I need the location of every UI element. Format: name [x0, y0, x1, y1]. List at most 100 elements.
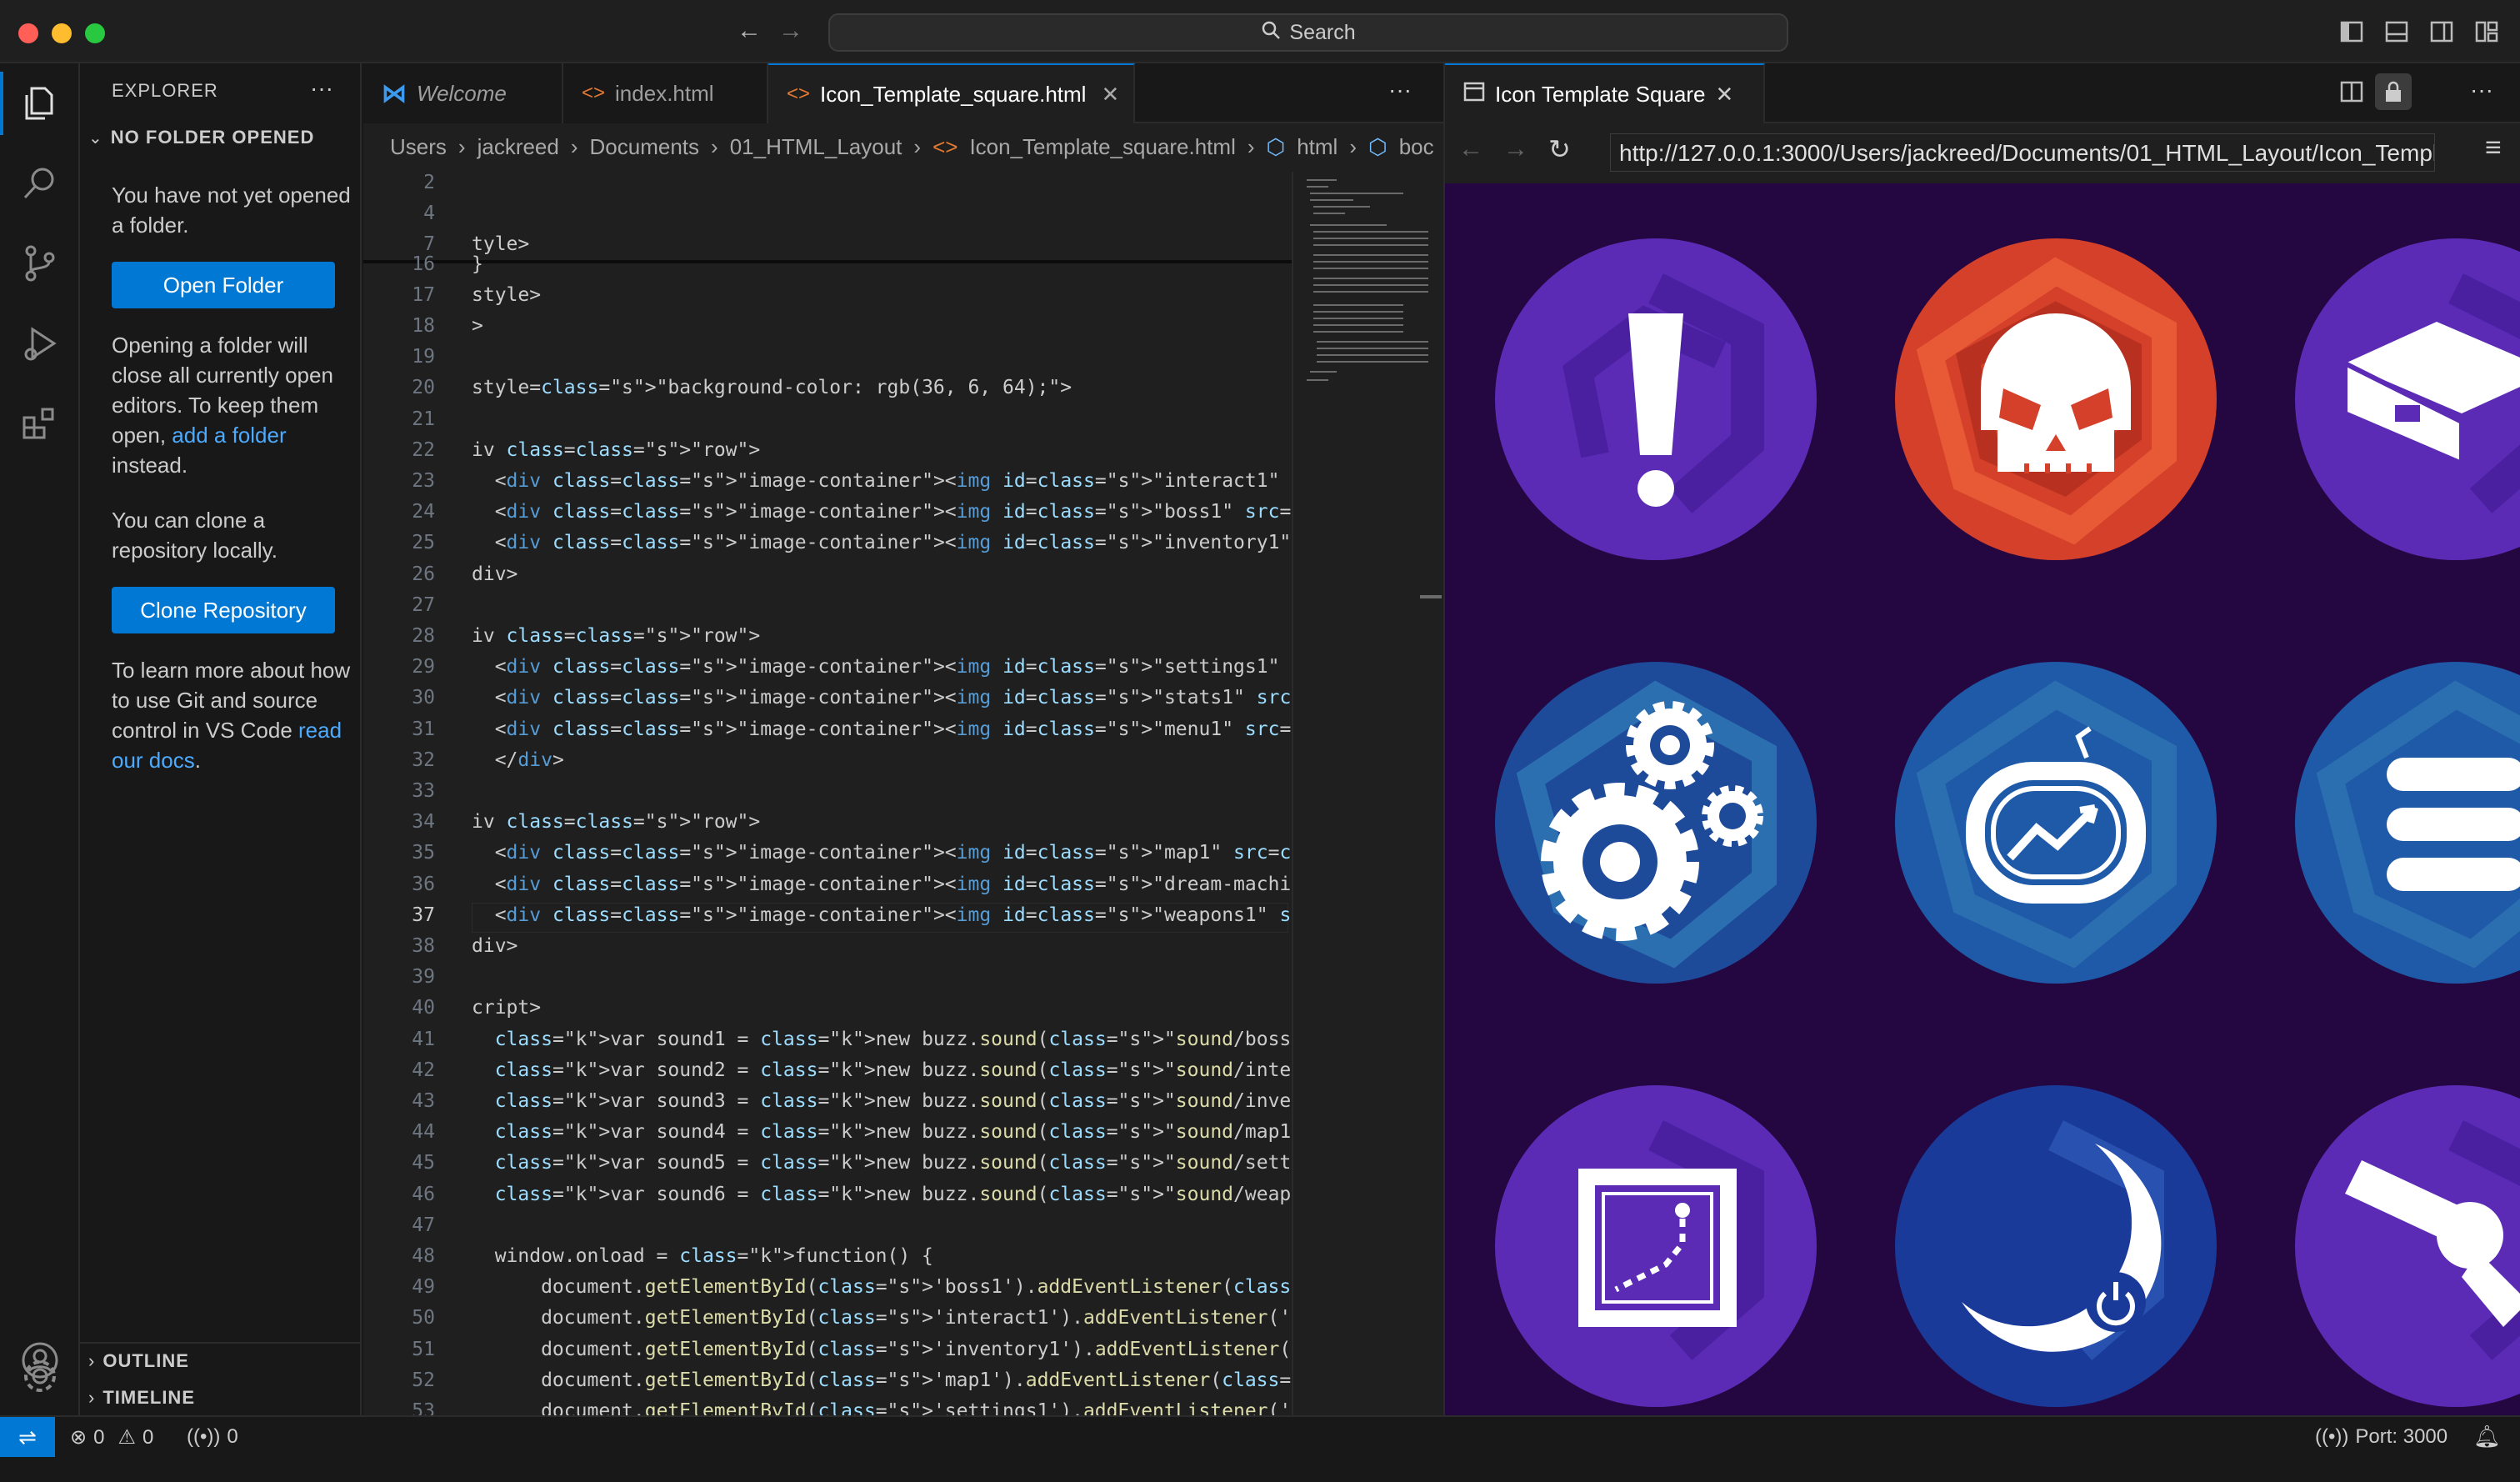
- code-line[interactable]: iv class=class="s">"row">: [472, 625, 760, 647]
- line-number: 22: [412, 438, 435, 461]
- stats-monitor-icon-button[interactable]: [1895, 662, 2217, 984]
- timeline-section-header[interactable]: › TIMELINE: [88, 1387, 195, 1409]
- forward-arrow-icon[interactable]: →: [778, 17, 803, 45]
- code-line[interactable]: document.getElementById(class="s">'inter…: [472, 1307, 1292, 1329]
- line-number: 35: [412, 842, 435, 864]
- code-line[interactable]: div>: [472, 563, 518, 585]
- code-line[interactable]: document.getElementById(class="s">'inven…: [472, 1339, 1292, 1360]
- notifications-bell-icon[interactable]: 🔔︎: [2473, 1424, 2501, 1449]
- map-icon-button[interactable]: [1495, 1085, 1817, 1407]
- code-line[interactable]: div>: [472, 935, 518, 957]
- tab-icon-template[interactable]: <> Icon_Template_square.html ✕: [768, 63, 1135, 123]
- code-line[interactable]: document.getElementById(class="s">'boss1…: [472, 1276, 1292, 1298]
- code-line[interactable]: iv class=class="s">"row">: [472, 811, 760, 833]
- title-bar: ← → Search: [0, 0, 2520, 63]
- split-editor-icon[interactable]: [2340, 80, 2363, 108]
- preview-more-icon[interactable]: ···: [2470, 77, 2493, 103]
- sticky-scroll-shadow: [363, 259, 1292, 263]
- boss-skull-icon-button[interactable]: [1895, 238, 2217, 560]
- back-arrow-icon[interactable]: ←: [737, 17, 762, 45]
- weapons-revolver-icon-button[interactable]: [2295, 1085, 2520, 1407]
- back-arrow-icon[interactable]: ←: [1458, 135, 1483, 163]
- url-input[interactable]: http://127.0.0.1:3000/Users/jackreed/Doc…: [1610, 133, 2435, 172]
- toggle-secondary-sidebar-icon[interactable]: [2430, 20, 2453, 48]
- code-line[interactable]: }: [472, 253, 483, 275]
- explorer-icon[interactable]: [0, 63, 80, 143]
- scrollbar-thumb[interactable]: [1420, 595, 1442, 598]
- hamburger-menu-icon[interactable]: ≡: [2485, 132, 2502, 164]
- remote-icon[interactable]: ⇌: [0, 1417, 55, 1457]
- no-folder-section-header[interactable]: ⌄ NO FOLDER OPENED: [88, 127, 314, 148]
- breadcrumb-item[interactable]: Users: [390, 134, 447, 160]
- lock-icon[interactable]: [2375, 73, 2412, 110]
- open-folder-button[interactable]: Open Folder: [112, 262, 335, 308]
- dream-machine-icon-button[interactable]: [1895, 1085, 2217, 1407]
- code-line[interactable]: <div class=class="s">"image-container"><…: [472, 687, 1292, 708]
- source-control-icon[interactable]: [0, 223, 80, 303]
- code-line[interactable]: <div class=class="s">"image-container"><…: [472, 842, 1292, 864]
- code-line[interactable]: </div>: [472, 749, 564, 771]
- tab-preview[interactable]: Icon Template Square ✕: [1445, 63, 1765, 123]
- close-tab-icon[interactable]: ✕: [1715, 82, 1733, 108]
- code-line[interactable]: <div class=class="s">"image-container"><…: [472, 718, 1292, 740]
- search-icon[interactable]: [0, 143, 80, 223]
- code-line[interactable]: class="k">var sound5 = class="k">new buz…: [472, 1152, 1292, 1174]
- code-line[interactable]: >: [472, 315, 483, 337]
- minimap[interactable]: [1292, 172, 1442, 1422]
- code-editor[interactable]: 2 4 7 tyle> 16} 17 style> 18 >19 20 style=class="s…: [363, 172, 1292, 1482]
- breadcrumb-item[interactable]: boc: [1399, 134, 1434, 160]
- menu-icon-button[interactable]: [2295, 662, 2520, 984]
- more-actions-icon[interactable]: ···: [310, 75, 333, 102]
- tab-index-html[interactable]: <> index.html: [563, 63, 768, 123]
- error-icon: ⊗: [70, 1426, 88, 1449]
- code-line[interactable]: style=class="s">"background-color: rgb(3…: [472, 377, 1072, 398]
- code-line[interactable]: <div class=class="s">"image-container"><…: [472, 904, 1292, 926]
- extensions-icon[interactable]: [0, 383, 80, 463]
- toggle-sidebar-icon[interactable]: [2340, 20, 2363, 48]
- command-search-box[interactable]: Search: [828, 13, 1788, 52]
- code-line[interactable]: <div class=class="s">"image-container"><…: [472, 656, 1292, 678]
- code-line[interactable]: <div class=class="s">"image-container"><…: [472, 532, 1292, 553]
- toggle-panel-icon[interactable]: [2385, 20, 2408, 48]
- code-line[interactable]: class="k">var sound4 = class="k">new buz…: [472, 1121, 1292, 1143]
- code-line[interactable]: class="k">var sound2 = class="k">new buz…: [472, 1059, 1292, 1081]
- ports-indicator[interactable]: ((•)) 0: [187, 1425, 238, 1449]
- code-line[interactable]: document.getElementById(class="s">'map1'…: [472, 1369, 1292, 1391]
- editor-more-icon[interactable]: ···: [1388, 77, 1412, 103]
- breadcrumb-item[interactable]: jackreed: [478, 134, 559, 160]
- outline-section-header[interactable]: › OUTLINE: [88, 1350, 189, 1372]
- reload-icon[interactable]: ↻: [1548, 133, 1571, 165]
- forward-arrow-icon[interactable]: →: [1503, 135, 1528, 163]
- breadcrumb-item[interactable]: html: [1297, 134, 1338, 160]
- problems-indicator[interactable]: ⊗ 0 ⚠ 0: [70, 1425, 153, 1449]
- inventory-box-icon-button[interactable]: [2295, 238, 2520, 560]
- code-line[interactable]: style>: [472, 284, 541, 306]
- interact-icon-button[interactable]: [1495, 238, 1817, 560]
- manage-gear-icon[interactable]: [0, 1339, 80, 1414]
- code-line[interactable]: class="k">var sound1 = class="k">new buz…: [472, 1029, 1292, 1050]
- customize-layout-icon[interactable]: [2475, 20, 2498, 48]
- maximize-window-button[interactable]: [85, 23, 105, 43]
- add-folder-link[interactable]: add a folder: [172, 423, 286, 448]
- breadcrumb-item[interactable]: Documents: [590, 134, 700, 160]
- code-line[interactable]: window.onload = class="k">function() {: [472, 1245, 933, 1267]
- code-line[interactable]: tyle>: [472, 233, 529, 255]
- close-tab-icon[interactable]: ✕: [1101, 82, 1119, 108]
- code-line[interactable]: <div class=class="s">"image-container"><…: [472, 501, 1292, 523]
- code-line[interactable]: class="k">var sound6 = class="k">new buz…: [472, 1184, 1292, 1205]
- breadcrumb-item[interactable]: 01_HTML_Layout: [730, 134, 902, 160]
- code-line[interactable]: <div class=class="s">"image-container"><…: [472, 470, 1292, 492]
- breadcrumb-item[interactable]: Icon_Template_square.html: [969, 134, 1235, 160]
- close-window-button[interactable]: [18, 23, 38, 43]
- settings-gears-icon-button[interactable]: [1495, 662, 1817, 984]
- tab-welcome[interactable]: ⋈ Welcome: [363, 63, 563, 123]
- minimize-window-button[interactable]: [52, 23, 72, 43]
- clone-repository-button[interactable]: Clone Repository: [112, 587, 335, 633]
- run-debug-icon[interactable]: [0, 303, 80, 383]
- line-number: 50: [412, 1307, 435, 1329]
- code-line[interactable]: cript>: [472, 997, 541, 1019]
- code-line[interactable]: class="k">var sound3 = class="k">new buz…: [472, 1090, 1292, 1112]
- port-forward-indicator[interactable]: ((•)) Port: 3000: [2315, 1425, 2448, 1449]
- code-line[interactable]: iv class=class="s">"row">: [472, 439, 760, 461]
- code-line[interactable]: <div class=class="s">"image-container"><…: [472, 874, 1292, 895]
